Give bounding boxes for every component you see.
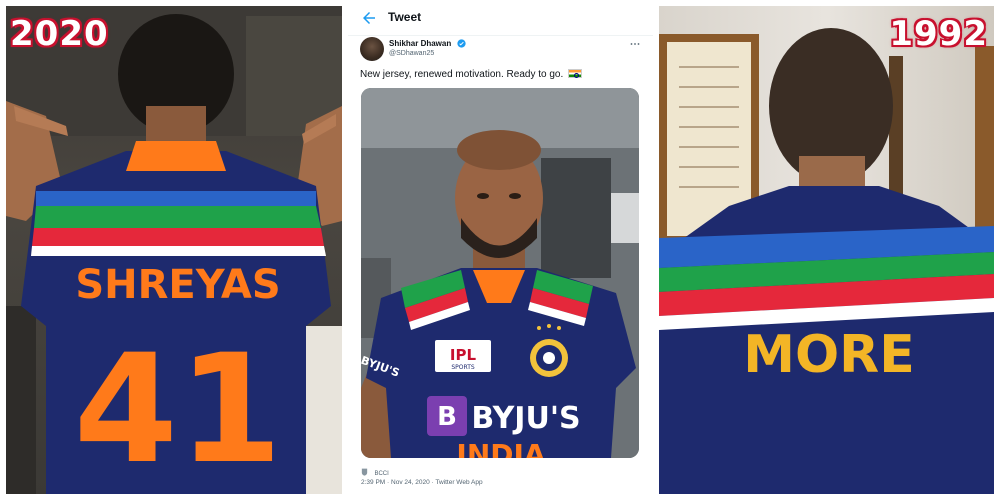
author-name[interactable]: Shikhar Dhawan (389, 39, 451, 48)
ipl-sub-text: SPORTS (451, 364, 475, 371)
tweet-author: Shikhar Dhawan @SDhawan25 (358, 37, 648, 65)
tweet-body-text: New jersey, renewed motivation. Ready to… (360, 69, 564, 80)
back-arrow-icon[interactable] (360, 9, 378, 27)
tweet-media-photo[interactable]: IPL SPORTS B BYJU'S BYJU'S INDIA (361, 88, 639, 458)
tweet-timestamp: 2:39 PM · Nov 24, 2020 · Twitter Web App (361, 479, 483, 486)
jersey-number-41: 41 (74, 323, 283, 494)
more-dots-icon[interactable] (630, 41, 640, 47)
jersey-1992-illustration: MORE (659, 28, 994, 494)
sponsor-text: BYJU'S (471, 401, 580, 436)
tweet-client[interactable]: Twitter Web App (435, 479, 482, 486)
tweet-card: Tweet Shikhar Dhawan @SDhawan25 New jers… (348, 0, 653, 500)
ipl-logo-text: IPL (450, 346, 477, 364)
year-label-2020: 2020 (10, 14, 109, 54)
verified-badge-icon (457, 39, 466, 48)
bottom-jersey-text: INDIA (456, 438, 546, 458)
year-label-1992: 1992 (889, 14, 988, 54)
source-label[interactable]: BCCI (374, 471, 388, 477)
author-handle[interactable]: @SDhawan25 (389, 50, 434, 57)
jersey-2020-illustration: SHREYAS 41 (6, 6, 342, 494)
bcci-logo-icon (361, 468, 368, 476)
tweet-time[interactable]: 2:39 PM (361, 479, 385, 486)
tweet-date[interactable]: Nov 24, 2020 (391, 479, 430, 486)
tweet-text: New jersey, renewed motivation. Ready to… (360, 69, 583, 80)
media-source: BCCI (361, 462, 389, 477)
tweet-header: Tweet (348, 0, 653, 36)
avatar[interactable] (360, 37, 384, 61)
collage: 2020 SHREYAS 41 Tweet Shikhar Dhawan @SD… (0, 0, 1000, 500)
selfie-illustration: IPL SPORTS B BYJU'S BYJU'S INDIA (361, 88, 639, 458)
india-flag-icon (568, 69, 583, 78)
jersey-name-more: MORE (743, 325, 915, 385)
photo-1992-jersey-back: 1992 MORE (659, 6, 994, 494)
tweet-header-title: Tweet (388, 10, 422, 24)
photo-2020-jersey-back: 2020 SHREYAS 41 (6, 6, 342, 494)
sponsor-icon-text: B (437, 402, 457, 432)
jersey-name-shreyas: SHREYAS (75, 262, 280, 308)
